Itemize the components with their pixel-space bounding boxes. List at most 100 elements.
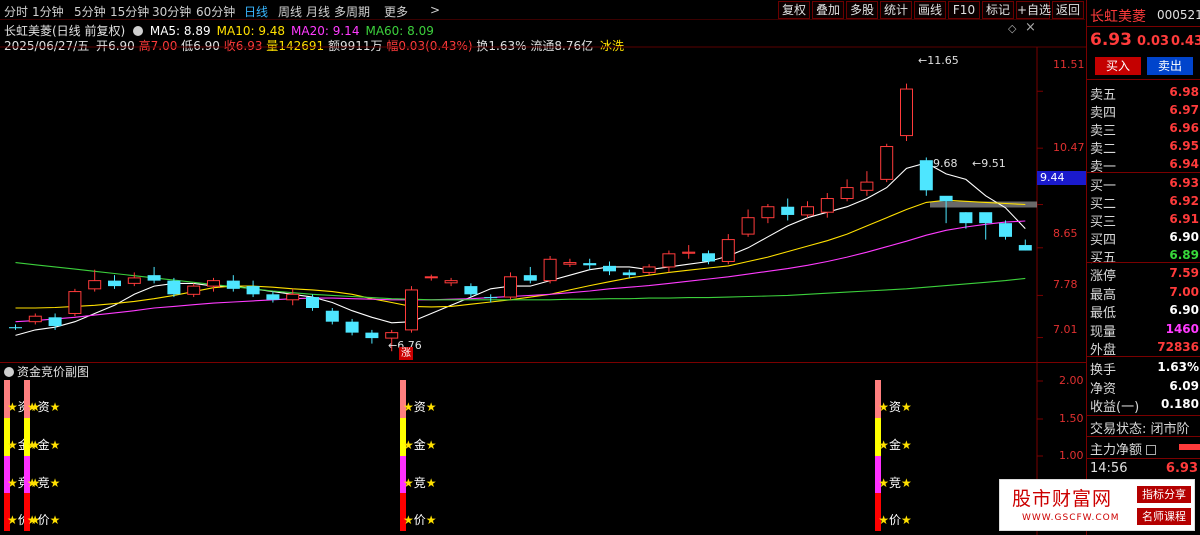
- stock-name: 长虹美菱: [1090, 9, 1146, 25]
- trade-status: 交易状态: 闭市阶: [1090, 422, 1190, 437]
- candle[interactable]: [345, 318, 359, 336]
- candle[interactable]: [543, 256, 557, 284]
- bids-row[interactable]: 买一 6.93: [1087, 175, 1200, 194]
- candle[interactable]: [622, 269, 636, 278]
- star-icon: ★: [403, 513, 414, 527]
- candle[interactable]: [9, 324, 22, 330]
- candle[interactable]: [207, 277, 220, 292]
- stats2-row[interactable]: 换手 1.63%: [1087, 359, 1200, 378]
- candle-body: [603, 265, 616, 272]
- candle-body: [484, 297, 498, 299]
- candle[interactable]: [919, 157, 933, 196]
- candle[interactable]: [801, 201, 814, 218]
- candle[interactable]: [880, 143, 894, 183]
- candle[interactable]: [860, 171, 874, 196]
- candle[interactable]: [187, 283, 201, 298]
- candle[interactable]: [979, 212, 993, 240]
- candle[interactable]: [583, 258, 597, 270]
- stats-value: 6.90: [1169, 303, 1199, 317]
- candle[interactable]: [563, 258, 577, 267]
- candle-body: [147, 275, 161, 281]
- stats2-row[interactable]: 净资 6.09: [1087, 378, 1200, 397]
- candle-body: [424, 276, 438, 279]
- candle[interactable]: [999, 220, 1012, 240]
- candle[interactable]: [900, 83, 913, 142]
- candle[interactable]: [820, 193, 834, 218]
- buy-button[interactable]: 买入: [1095, 57, 1141, 75]
- stats2-row[interactable]: 收益(一) 0.180: [1087, 396, 1200, 415]
- candle[interactable]: [840, 179, 854, 202]
- sub-chart-divider: [0, 362, 1086, 363]
- star-icon: ★: [26, 476, 38, 490]
- stock-pct: 0.43%: [1171, 34, 1200, 49]
- candle[interactable]: [108, 275, 121, 289]
- ma-marker-a: 9.68: [933, 157, 958, 170]
- candle[interactable]: [781, 198, 795, 221]
- candle[interactable]: [939, 195, 953, 224]
- candle[interactable]: [444, 277, 458, 287]
- signal-char: 竞: [413, 476, 426, 490]
- stats-row[interactable]: 外盘 72836: [1087, 339, 1200, 358]
- stats-row[interactable]: 最高 7.00: [1087, 284, 1200, 303]
- star-icon: ★: [878, 400, 889, 414]
- candle[interactable]: [424, 274, 438, 281]
- max-price-value: 11.65: [927, 54, 959, 67]
- candle[interactable]: [147, 266, 161, 284]
- candle[interactable]: [246, 280, 260, 298]
- star-icon: ★: [49, 513, 61, 527]
- candle[interactable]: [365, 329, 379, 344]
- candle[interactable]: [721, 234, 735, 265]
- candle[interactable]: [167, 277, 181, 298]
- candlestick-chart[interactable]: [0, 0, 1086, 535]
- candle[interactable]: [286, 288, 300, 306]
- candle-body: [345, 321, 359, 333]
- main-flow-label[interactable]: 主力净额: [1090, 439, 1157, 458]
- stats-row[interactable]: 涨停 7.59: [1087, 265, 1200, 284]
- stats-row[interactable]: 现量 1460: [1087, 321, 1200, 340]
- candle[interactable]: [68, 288, 82, 317]
- candle[interactable]: [761, 204, 775, 224]
- bids-row[interactable]: 买四 6.90: [1087, 229, 1200, 248]
- candle-body: [781, 206, 795, 215]
- candle[interactable]: [741, 209, 755, 237]
- candle[interactable]: [88, 269, 102, 292]
- asks-row[interactable]: 卖二 6.95: [1087, 138, 1200, 157]
- candle[interactable]: [28, 313, 42, 325]
- panel-divider-8: [1087, 458, 1200, 459]
- candle[interactable]: [226, 275, 240, 292]
- stats-row[interactable]: 最低 6.90: [1087, 302, 1200, 321]
- bids-value: 6.93: [1169, 176, 1199, 190]
- candle[interactable]: [266, 291, 280, 303]
- candle[interactable]: [127, 272, 141, 287]
- candle-body: [919, 160, 933, 191]
- asks-row[interactable]: 卖五 6.98: [1087, 84, 1200, 103]
- candle[interactable]: [405, 286, 418, 333]
- candle[interactable]: [1018, 239, 1032, 251]
- bids-row[interactable]: 买三 6.91: [1087, 211, 1200, 230]
- candle[interactable]: [642, 264, 656, 276]
- main-flow-icon[interactable]: [1146, 445, 1157, 455]
- star-icon: ★: [7, 513, 18, 527]
- candle[interactable]: [603, 261, 616, 276]
- signal-char: 金: [888, 438, 901, 452]
- candle-body: [108, 280, 121, 287]
- candle[interactable]: [523, 266, 537, 284]
- star-icon: ★: [900, 400, 912, 414]
- candle[interactable]: [662, 250, 676, 273]
- candle-body: [246, 286, 260, 295]
- bids-label: 买三: [1090, 215, 1117, 230]
- panel-divider-1: [1087, 26, 1200, 27]
- candle[interactable]: [504, 272, 517, 300]
- asks-row[interactable]: 卖一 6.94: [1087, 156, 1200, 175]
- sub-chart-gear-icon[interactable]: [4, 367, 14, 377]
- bids-row[interactable]: 买二 6.92: [1087, 193, 1200, 212]
- sell-button[interactable]: 卖出: [1147, 57, 1193, 75]
- limit-up-badge: 涨: [399, 347, 413, 360]
- candle[interactable]: [325, 308, 339, 325]
- star-icon: ★: [425, 476, 437, 490]
- star-icon: ★: [425, 513, 437, 527]
- asks-row[interactable]: 卖三 6.96: [1087, 120, 1200, 139]
- candle-body: [1018, 245, 1032, 251]
- asks-row[interactable]: 卖四 6.97: [1087, 102, 1200, 121]
- candle[interactable]: [682, 245, 696, 259]
